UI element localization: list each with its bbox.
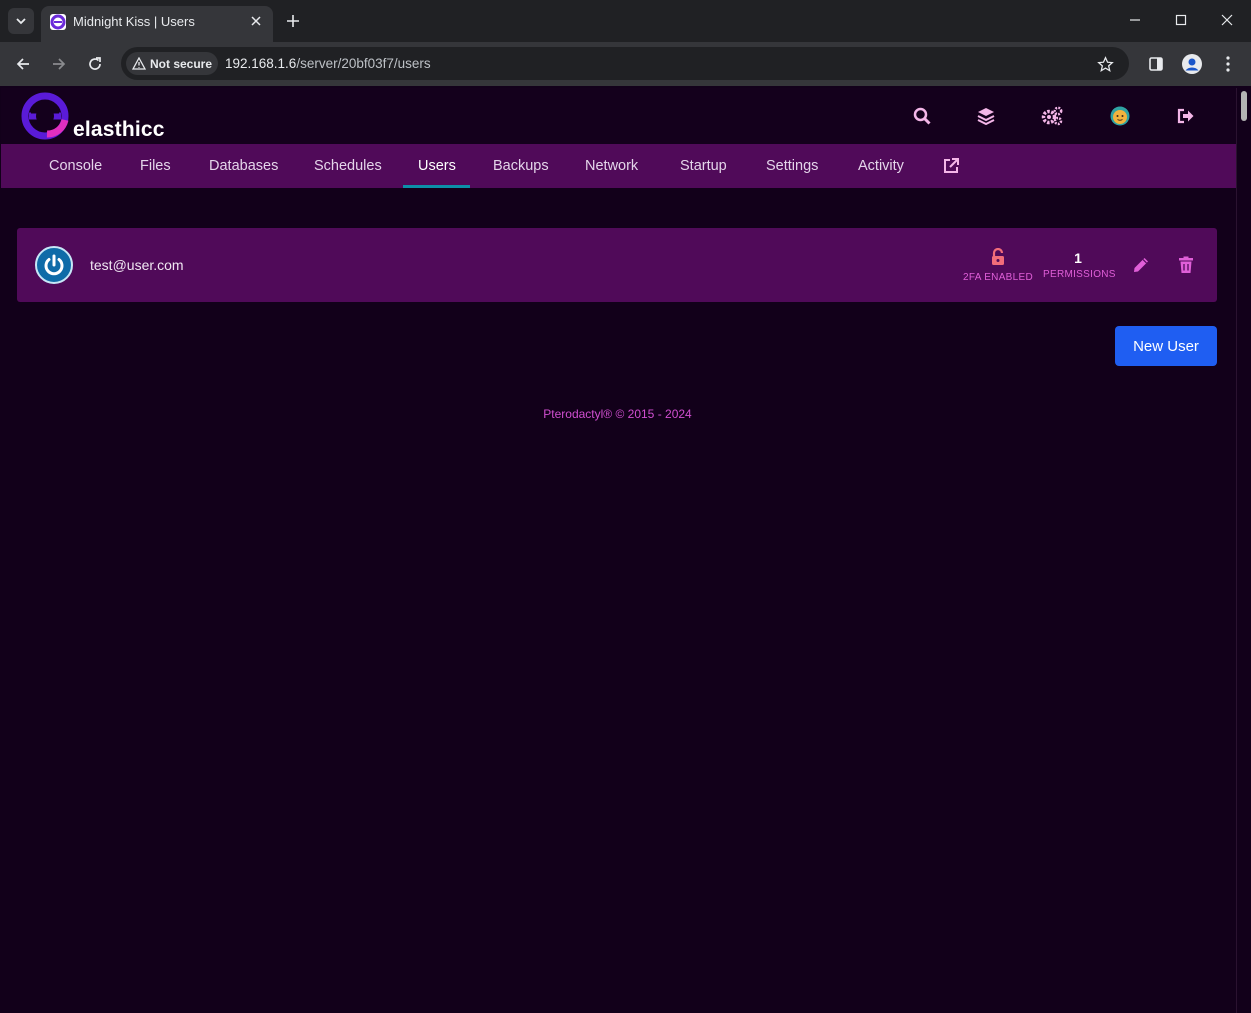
side-panel-icon[interactable] — [1144, 52, 1168, 76]
minimize-icon[interactable] — [1123, 10, 1147, 30]
browser-menu-icon[interactable] — [1216, 52, 1240, 76]
server-nav: Console Files Databases Schedules Users … — [1, 144, 1236, 188]
bookmark-star-icon[interactable] — [1095, 54, 1115, 74]
permissions-count: 1 — [1074, 250, 1082, 266]
nav-console[interactable]: Console — [49, 158, 102, 174]
external-link-icon[interactable] — [942, 157, 960, 175]
user-avatar — [35, 246, 73, 284]
chevron-down-icon — [16, 18, 26, 25]
user-row[interactable]: test@user.com 2FA ENABLED 1 PERMISSIONS — [17, 228, 1217, 302]
url-host: 192.168.1.6 — [225, 56, 297, 71]
nav-network[interactable]: Network — [585, 158, 638, 174]
close-tab-icon[interactable] — [247, 12, 265, 30]
security-label: Not secure — [150, 56, 213, 71]
nav-backups[interactable]: Backups — [493, 158, 549, 174]
brand-name: elasthicc — [73, 118, 165, 141]
delete-trash-icon[interactable] — [1178, 256, 1194, 274]
url-path: /server/20bf03f7/users — [296, 56, 431, 71]
close-window-icon[interactable] — [1215, 10, 1239, 30]
nav-settings[interactable]: Settings — [766, 158, 818, 174]
search-icon[interactable] — [911, 105, 933, 127]
edit-pencil-icon[interactable] — [1132, 256, 1150, 274]
unlock-icon — [992, 247, 1004, 265]
scrollbar-thumb[interactable] — [1241, 91, 1247, 121]
layers-icon[interactable] — [975, 105, 997, 127]
avatar-icon[interactable] — [1109, 105, 1131, 127]
browser-tab[interactable]: Midnight Kiss | Users — [41, 6, 273, 42]
nav-files[interactable]: Files — [140, 158, 171, 174]
active-tab-indicator — [403, 185, 470, 188]
page-scrollbar[interactable] — [1236, 88, 1251, 1013]
nav-startup[interactable]: Startup — [680, 158, 727, 174]
favicon-icon — [50, 14, 66, 30]
warning-icon — [132, 57, 146, 70]
tab-title: Midnight Kiss | Users — [73, 14, 195, 29]
tfa-label: 2FA ENABLED — [963, 272, 1033, 283]
browser-titlebar: Midnight Kiss | Users — [0, 0, 1251, 42]
address-bar[interactable]: Not secure 192.168.1.6/server/20bf03f7/u… — [121, 47, 1129, 80]
forward-icon[interactable] — [47, 52, 71, 76]
tfa-status: 2FA ENABLED — [963, 247, 1033, 283]
new-tab-icon[interactable] — [283, 11, 303, 31]
tab-search-button[interactable] — [8, 8, 34, 34]
footer-copyright[interactable]: Pterodactyl® © 2015 - 2024 — [0, 407, 1235, 421]
nav-schedules[interactable]: Schedules — [314, 158, 382, 174]
user-email: test@user.com — [90, 257, 184, 273]
permissions-label: PERMISSIONS — [1043, 269, 1116, 280]
nav-databases[interactable]: Databases — [209, 158, 278, 174]
url-text[interactable]: 192.168.1.6/server/20bf03f7/users — [225, 56, 431, 71]
sign-out-icon[interactable] — [1175, 105, 1197, 127]
back-icon[interactable] — [11, 52, 35, 76]
cogs-icon[interactable] — [1041, 105, 1063, 127]
permissions-summary: 1 PERMISSIONS — [1043, 250, 1116, 280]
reload-icon[interactable] — [83, 52, 107, 76]
app-header: elasthicc — [1, 88, 1236, 144]
maximize-icon[interactable] — [1169, 10, 1193, 30]
power-icon — [44, 254, 64, 276]
nav-activity[interactable]: Activity — [858, 158, 904, 174]
browser-toolbar: Not secure 192.168.1.6/server/20bf03f7/u… — [0, 42, 1251, 86]
new-user-button[interactable]: New User — [1115, 326, 1217, 366]
logo-icon[interactable] — [21, 90, 73, 140]
security-indicator[interactable]: Not secure — [126, 52, 218, 75]
profile-icon[interactable] — [1180, 52, 1204, 76]
nav-users[interactable]: Users — [418, 158, 456, 174]
